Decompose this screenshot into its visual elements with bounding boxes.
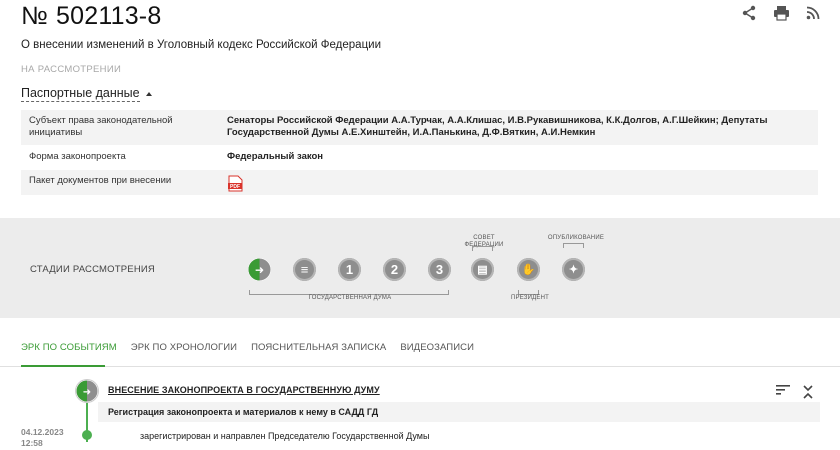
stage-introduction[interactable]: ➜: [248, 258, 271, 281]
duma-label: ГОСУДАРСТВЕННАЯ ДУМА: [308, 295, 392, 301]
council-label-1: СОВЕТ: [473, 235, 495, 241]
council-bracket: [472, 246, 493, 251]
stages-panel: СТАДИИ РАССМОТРЕНИЯ ➜ ≡ 1 2 3 ▤ ✋ ✦ ГОСУ…: [0, 218, 840, 318]
share-icon[interactable]: [740, 4, 758, 22]
status-badge: НА РАССМОТРЕНИИ: [21, 64, 122, 75]
event-time: 12:58: [21, 438, 43, 448]
print-icon[interactable]: [772, 4, 790, 22]
stage-preliminary[interactable]: ≡: [293, 258, 316, 281]
publication-bracket: [563, 243, 584, 248]
president-label: ПРЕЗИДЕНТ: [511, 295, 549, 301]
svg-text:PDF: PDF: [230, 184, 240, 190]
stage-federation-council[interactable]: ▤: [471, 258, 494, 281]
passport-value: Сенаторы Российской Федерации А.А.Турчак…: [227, 115, 768, 138]
tab-events[interactable]: ЭРК ПО СОБЫТИЯМ: [21, 342, 117, 359]
passport-toggle[interactable]: Паспортные данные: [21, 86, 152, 102]
passport-row-form: Форма законопроекта Федеральный закон: [21, 146, 818, 170]
tab-chronology[interactable]: ЭРК ПО ХРОНОЛОГИИ: [131, 342, 237, 359]
timeline-dot: [82, 430, 92, 440]
sort-icon[interactable]: [776, 384, 790, 400]
introduction-stage-icon: ➜: [76, 380, 98, 402]
stage-third-reading[interactable]: 3: [428, 258, 451, 281]
pdf-icon[interactable]: PDF: [227, 175, 243, 192]
tab-videos[interactable]: ВИДЕОЗАПИСИ: [400, 342, 474, 359]
tab-bar: ЭРК ПО СОБЫТИЯМ ЭРК ПО ХРОНОЛОГИИ ПОЯСНИ…: [21, 342, 474, 359]
stage-second-reading[interactable]: 2: [383, 258, 406, 281]
rss-icon[interactable]: [804, 4, 822, 22]
passport-value: PDF: [221, 170, 818, 195]
event-datetime: 04.12.2023 12:58: [21, 427, 64, 449]
collapse-icon[interactable]: [802, 384, 814, 400]
event-subtitle: Регистрация законопроекта и материалов к…: [108, 407, 379, 417]
stage-president[interactable]: ✋: [517, 258, 540, 281]
event-tools: [776, 384, 814, 400]
bill-number: № 502113-8: [21, 2, 162, 30]
passport-key: Форма законопроекта: [29, 151, 126, 162]
event-text: зарегистрирован и направлен Председателю…: [140, 431, 430, 441]
bill-title: О внесении изменений в Уголовный кодекс …: [21, 39, 381, 51]
event-date: 04.12.2023: [21, 427, 64, 437]
bill-number-value: 502113-8: [56, 2, 162, 30]
stage-publication[interactable]: ✦: [562, 258, 585, 281]
passport-key: Пакет документов при внесении: [29, 175, 172, 186]
tab-explanatory-note[interactable]: ПОЯСНИТЕЛЬНАЯ ЗАПИСКА: [251, 342, 386, 359]
passport-row-initiator: Субъект права законодательной инициативы…: [21, 110, 818, 146]
tabs-divider: [0, 366, 840, 367]
svg-text:➜: ➜: [83, 387, 91, 398]
svg-text:➜: ➜: [255, 264, 264, 277]
event-title-link[interactable]: ВНЕСЕНИЕ ЗАКОНОПРОЕКТА В ГОСУДАРСТВЕННУЮ…: [108, 385, 380, 395]
active-tab-indicator: [21, 365, 105, 367]
passport-key: Субъект права законодательной инициативы: [29, 115, 173, 138]
stages-label: СТАДИИ РАССМОТРЕНИЯ: [30, 264, 155, 275]
stage-first-reading[interactable]: 1: [338, 258, 361, 281]
header-actions: [740, 4, 822, 22]
passport-row-documents: Пакет документов при внесении PDF: [21, 170, 818, 196]
passport-toggle-label: Паспортные данные: [21, 86, 140, 102]
passport-table: Субъект права законодательной инициативы…: [21, 110, 818, 196]
caret-up-icon: [145, 92, 152, 96]
publication-label: ОПУБЛИКОВАНИЕ: [547, 235, 605, 241]
passport-value: Федеральный закон: [227, 151, 324, 162]
